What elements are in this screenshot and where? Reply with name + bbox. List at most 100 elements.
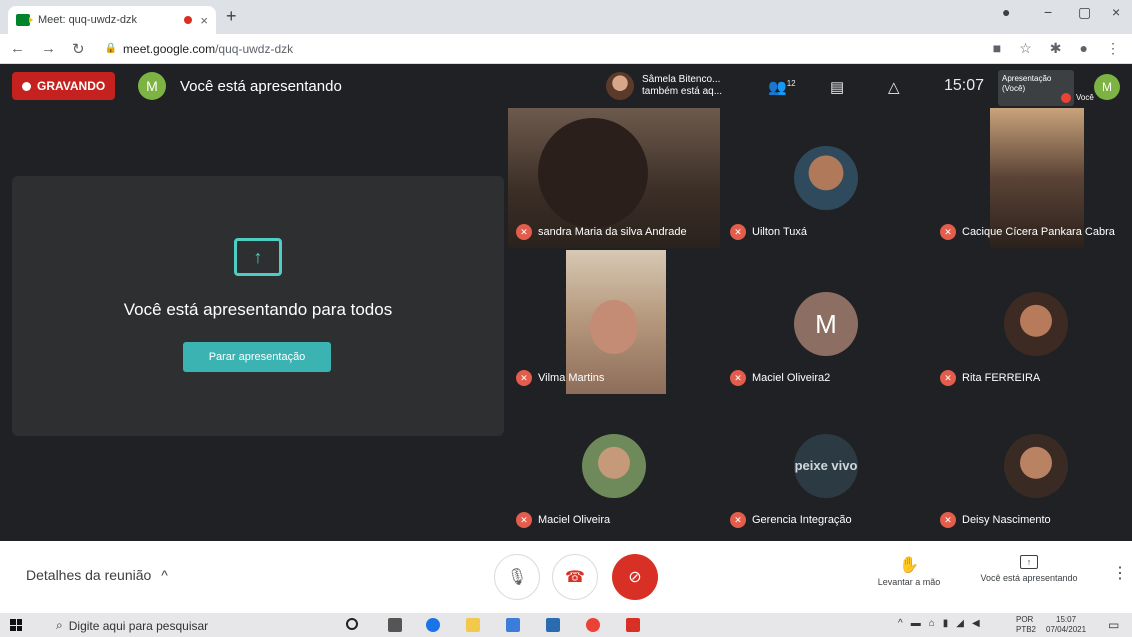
language-code: POR xyxy=(1016,615,1034,624)
participant-name: Uilton Tuxá xyxy=(752,226,808,238)
edge-icon[interactable] xyxy=(426,618,440,632)
participant-tile[interactable]: ✕ Uilton Tuxá xyxy=(722,108,928,248)
mic-icon: 🎙 xyxy=(506,569,528,586)
chat-icon[interactable]: ▤ xyxy=(830,78,844,96)
notification-center-icon[interactable]: ▭ xyxy=(1108,618,1119,632)
participant-name: Gerencia Integração xyxy=(752,514,852,526)
keyboard-layout: PTB2 xyxy=(1016,625,1037,634)
self-presentation-thumbnail[interactable]: Apresentação (Você) xyxy=(998,70,1074,106)
meeting-details-label: Detalhes da reunião xyxy=(26,567,152,583)
volume-icon[interactable]: ◀ xyxy=(972,618,980,629)
camera-indicator-icon[interactable]: ■ xyxy=(993,40,1001,57)
meeting-details-button[interactable]: Detalhes da reunião ^ xyxy=(26,567,168,583)
url-field[interactable]: 🔒 meet.google.com/quq-uwdz-dzk xyxy=(105,42,294,56)
tray-chevron-icon[interactable]: ^ xyxy=(898,618,903,629)
acrobat-icon[interactable] xyxy=(626,618,640,632)
app-l-icon[interactable] xyxy=(546,618,560,632)
battery-icon[interactable]: ▬ xyxy=(911,618,921,629)
reload-icon[interactable]: ↻ xyxy=(72,40,85,58)
network-icon[interactable]: ⌂ xyxy=(929,618,935,629)
participant-tile[interactable]: peixe vivo ✕ Gerencia Integração xyxy=(722,396,928,536)
back-icon[interactable]: ← xyxy=(10,40,25,58)
extensions-icon[interactable]: ✱ xyxy=(1050,40,1062,57)
forward-icon[interactable]: → xyxy=(41,40,56,58)
hang-up-button[interactable]: ☎ xyxy=(552,554,598,600)
peixe-vivo-logo: peixe vivo xyxy=(794,434,858,498)
presenting-panel: ↑ Você está apresentando para todos Para… xyxy=(12,176,504,436)
participant-tile[interactable]: ✕ Deisy Nascimento xyxy=(932,396,1132,536)
taskbar-search[interactable]: ⌕ Digite aqui para pesquisar xyxy=(56,618,208,633)
participant-name: Maciel Oliveira2 xyxy=(752,372,831,384)
system-tray: ^ ▬ ⌂ ▮ ◢ ◀ xyxy=(898,618,980,629)
screen: Meet: quq-uwdz-dzk × + ● − ▢ × ← → ↻ 🔒 m… xyxy=(0,0,1132,637)
profile-icon[interactable]: ● xyxy=(1080,40,1088,57)
lock-icon: 🔒 xyxy=(104,43,118,54)
browser-menu-icon[interactable]: ⋮ xyxy=(1106,40,1120,57)
participant-tile[interactable]: M ✕ Maciel Oliveira2 xyxy=(722,250,928,394)
taskbar-date: 07/04/2021 xyxy=(1046,625,1087,634)
participant-name: Cacique Cícera Pankara Cabra xyxy=(962,226,1115,238)
participant-tile[interactable]: ✕ sandra Maria da silva Andrade xyxy=(508,108,720,248)
participant-name: sandra Maria da silva Andrade xyxy=(538,226,687,238)
participant-name: Deisy Nascimento xyxy=(962,514,1051,526)
self-avatar[interactable]: M xyxy=(1094,74,1120,100)
participant-name: Maciel Oliveira xyxy=(538,514,611,526)
store-icon[interactable] xyxy=(506,618,520,632)
tab-close-icon[interactable]: × xyxy=(200,13,208,28)
notification-line1: Sâmela Bitenco... xyxy=(642,74,721,85)
chevron-up-icon: ^ xyxy=(161,567,168,583)
task-view-icon[interactable] xyxy=(388,618,402,632)
close-window-button[interactable]: × xyxy=(1112,4,1120,20)
chrome-icon[interactable] xyxy=(586,618,600,632)
file-explorer-icon[interactable] xyxy=(466,618,480,632)
browser-tab[interactable]: Meet: quq-uwdz-dzk × xyxy=(8,6,216,34)
microphone-button[interactable]: 🎙 xyxy=(494,554,540,600)
camera-off-button[interactable]: ⊘ xyxy=(612,554,658,600)
windows-start-icon[interactable] xyxy=(10,619,22,631)
windows-taskbar: ⌕ Digite aqui para pesquisar ^ ▬ ⌂ ▮ ◢ ◀… xyxy=(0,613,1132,637)
search-icon: ⌕ xyxy=(56,618,63,632)
restore-button[interactable]: ▢ xyxy=(1078,4,1091,21)
taskbar-clock[interactable]: 15:07 07/04/2021 xyxy=(1046,615,1086,635)
stop-presenting-button[interactable]: Parar apresentação xyxy=(183,342,331,372)
record-dot-icon xyxy=(22,81,31,91)
mic-tray-icon[interactable]: ▮ xyxy=(943,618,949,629)
tab-title: Meet: quq-uwdz-dzk xyxy=(38,14,138,26)
notification-avatar xyxy=(606,72,634,100)
language-indicator[interactable]: POR PTB2 xyxy=(1016,615,1036,635)
join-notification[interactable]: Sâmela Bitenco... também está aq... xyxy=(606,72,722,100)
participant-tile[interactable]: ✕ Rita FERREIRA xyxy=(932,250,1132,394)
participant-avatar-photo xyxy=(794,146,858,210)
raise-hand-button[interactable]: ✋ Levantar a mão xyxy=(866,555,952,587)
minimize-button[interactable]: − xyxy=(1044,4,1052,20)
browser-tabstrip: Meet: quq-uwdz-dzk × + ● − ▢ × xyxy=(0,0,1132,34)
muted-icon: ✕ xyxy=(940,370,956,386)
participants-button[interactable]: 👥12 xyxy=(768,78,796,96)
wifi-icon[interactable]: ◢ xyxy=(956,618,964,629)
participant-video-face xyxy=(538,118,648,228)
participant-name: Vilma Martins xyxy=(538,372,605,384)
cortana-icon[interactable] xyxy=(346,618,358,630)
participants-count: 12 xyxy=(786,79,796,88)
muted-icon: ✕ xyxy=(516,370,532,386)
recording-badge: GRAVANDO xyxy=(12,72,116,100)
muted-icon: ✕ xyxy=(730,370,746,386)
new-tab-button[interactable]: + xyxy=(226,6,237,27)
url-path: /quq-uwdz-dzk xyxy=(215,41,294,56)
muted-mic-icon xyxy=(1061,93,1071,103)
activities-icon[interactable]: △ xyxy=(888,78,900,96)
presenting-status-button[interactable]: ↑ Você está apresentando xyxy=(964,555,1094,583)
account-dot-icon[interactable]: ● xyxy=(1002,4,1010,20)
present-screen-icon: ↑ xyxy=(234,238,282,276)
meet-favicon-icon xyxy=(16,14,33,26)
more-options-icon[interactable]: ⋮ xyxy=(1112,563,1128,583)
hand-icon: ✋ xyxy=(899,557,919,574)
bookmark-star-icon[interactable]: ☆ xyxy=(1019,40,1032,57)
presenting-message: Você está apresentando para todos xyxy=(123,300,393,319)
participant-avatar-photo xyxy=(582,434,646,498)
participant-tile[interactable]: ✕ Vilma Martins xyxy=(508,250,720,394)
participant-tile[interactable]: ✕ Cacique Cícera Pankara Cabra xyxy=(932,108,1132,248)
self-thumb-label: Apresentação (Você) xyxy=(1002,74,1052,93)
participant-tile[interactable]: ✕ Maciel Oliveira xyxy=(508,396,720,536)
participant-letter-avatar: M xyxy=(794,292,858,356)
